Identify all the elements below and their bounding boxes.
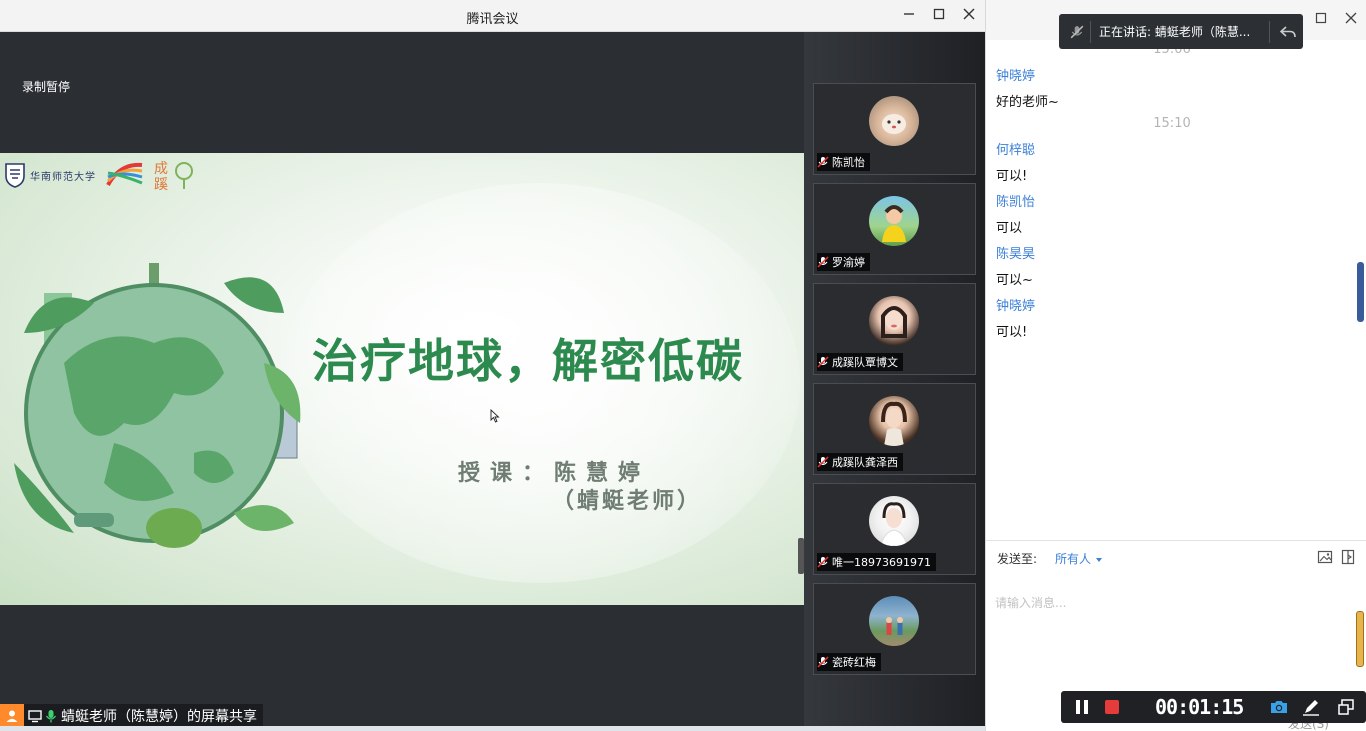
message-sender: 何梓聪 <box>996 143 1036 158</box>
image-icon[interactable] <box>1317 549 1333 565</box>
mic-muted-icon <box>817 656 829 668</box>
participant-tile[interactable]: 成蹊队龚泽西 <box>813 383 976 475</box>
mic-muted-icon <box>817 156 829 168</box>
window-icon[interactable] <box>1336 697 1356 717</box>
recording-status: 录制暂停 <box>22 80 71 94</box>
chat-scrollbar[interactable] <box>1357 262 1364 322</box>
participant-tile[interactable]: 唯一18973691971 <box>813 483 976 575</box>
message-sender: 钟晓婷 <box>996 299 1036 314</box>
recording-toolbar: 00:01:15 <box>1061 691 1366 723</box>
avatar <box>869 396 919 446</box>
title-bar: 腾讯会议 <box>0 0 985 32</box>
stop-icon[interactable] <box>1102 697 1122 717</box>
participant-tile[interactable]: 罗渝婷 <box>813 183 976 275</box>
avatar <box>869 296 919 346</box>
message-sender: 钟晓婷 <box>996 69 1036 84</box>
participant-tile[interactable]: 瓷砖红梅 <box>813 583 976 675</box>
minimize-icon[interactable] <box>898 6 920 26</box>
compose-scrollbar[interactable] <box>1356 611 1364 667</box>
send-to-target: 所有人 <box>1055 552 1092 566</box>
close-icon[interactable] <box>1341 12 1361 28</box>
message-text: 好的老师~ <box>996 95 1059 110</box>
avatar <box>869 596 919 646</box>
chat-message-list: 钟晓婷 好的老师~ 15:10 何梓聪 可以! 陈凯怡 可以 陈昊昊 可以~ 钟… <box>986 40 1358 540</box>
send-to-dropdown[interactable]: 所有人 <box>1055 550 1103 567</box>
university-crest-icon <box>5 163 25 188</box>
screen-share-text: 蜻蜓老师（陈慧婷）的屏幕共享 <box>61 709 257 725</box>
chat-timestamp: 15:10 <box>1153 116 1191 131</box>
pause-icon[interactable] <box>1072 697 1092 717</box>
chengxi-logo-icon: 成 蹊 <box>154 161 193 193</box>
chat-input[interactable] <box>995 573 1345 633</box>
participant-name: 罗渝婷 <box>832 256 865 269</box>
participant-name: 成蹊队覃博文 <box>832 356 898 369</box>
mic-muted-icon <box>817 256 829 268</box>
slide-instructor-alias: （蜻蜓老师） <box>552 489 703 514</box>
svg-text:成: 成 <box>154 161 168 177</box>
avatar <box>869 496 919 546</box>
earth-illustration-icon <box>14 263 301 548</box>
maximize-icon[interactable] <box>1311 12 1331 28</box>
camera-icon[interactable] <box>1269 697 1289 717</box>
shared-slide: 华南师范大学 成 蹊 治疗地球，解密低碳 授课：陈慧婷 （蜻蜓老师） <box>0 153 804 605</box>
message-text: 可以! <box>996 169 1028 184</box>
maximize-icon[interactable] <box>928 6 950 26</box>
university-logo-text: 华南师范大学 <box>30 171 96 183</box>
mic-muted-icon <box>817 356 829 368</box>
slide-logos: 华南师范大学 成 蹊 <box>4 157 194 193</box>
reply-icon[interactable] <box>1280 25 1296 39</box>
avatar <box>869 96 919 146</box>
mic-muted-icon <box>817 556 829 568</box>
meeting-window: 腾讯会议 录制暂停 华南师范大学 成 蹊 治疗地球，解密低碳 授课：陈慧婷 （蜻… <box>0 0 985 731</box>
file-icon[interactable] <box>1340 549 1356 565</box>
message-text: 可以! <box>996 325 1028 340</box>
mic-muted-icon <box>817 456 829 468</box>
speaking-text: 正在讲话: 蜻蜓老师（陈慧... <box>1099 25 1251 39</box>
participant-tile[interactable]: 陈凯怡 <box>813 83 976 175</box>
send-to-label: 发送至: <box>997 552 1038 566</box>
message-sender: 陈昊昊 <box>996 247 1036 262</box>
participant-name: 唯一18973691971 <box>832 556 931 569</box>
chevron-down-icon <box>1095 558 1102 562</box>
svg-text:蹊: 蹊 <box>154 177 168 193</box>
screen-share-stage: 录制暂停 华南师范大学 成 蹊 治疗地球，解密低碳 授课：陈慧婷 （蜻蜓老师） … <box>0 32 804 731</box>
participant-video-list: 陈凯怡 罗渝婷 成蹊队覃博文 成蹊队龚泽西 唯一18973691971 瓷砖红梅 <box>804 32 985 731</box>
user-icon <box>0 704 24 728</box>
participant-name: 成蹊队龚泽西 <box>832 456 898 469</box>
colorful-logo-icon <box>106 162 143 187</box>
window-title: 腾讯会议 <box>466 12 519 27</box>
mic-on-icon <box>45 710 57 723</box>
recording-elapsed-time: 00:01:15 <box>1155 695 1244 719</box>
screen-share-label: 蜻蜓老师（陈慧婷）的屏幕共享 <box>0 704 263 728</box>
message-sender: 陈凯怡 <box>996 195 1036 210</box>
avatar <box>869 196 919 246</box>
mic-muted-icon <box>1070 25 1084 38</box>
mouse-cursor-icon <box>490 409 500 423</box>
chat-panel: 15:06 正在讲话: 蜻蜓老师（陈慧... 钟晓婷 好的老师~ 15:10 何… <box>985 0 1366 731</box>
participant-tile[interactable]: 成蹊队覃博文 <box>813 283 976 375</box>
close-icon[interactable] <box>958 6 980 26</box>
slide-title: 治疗地球，解密低碳 <box>312 334 744 388</box>
pen-icon[interactable] <box>1301 697 1321 717</box>
participant-name: 陈凯怡 <box>832 156 865 169</box>
message-text: 可以 <box>996 221 1023 236</box>
screen-share-icon <box>28 710 42 723</box>
participant-name: 瓷砖红梅 <box>832 656 876 669</box>
message-text: 可以~ <box>996 273 1033 288</box>
